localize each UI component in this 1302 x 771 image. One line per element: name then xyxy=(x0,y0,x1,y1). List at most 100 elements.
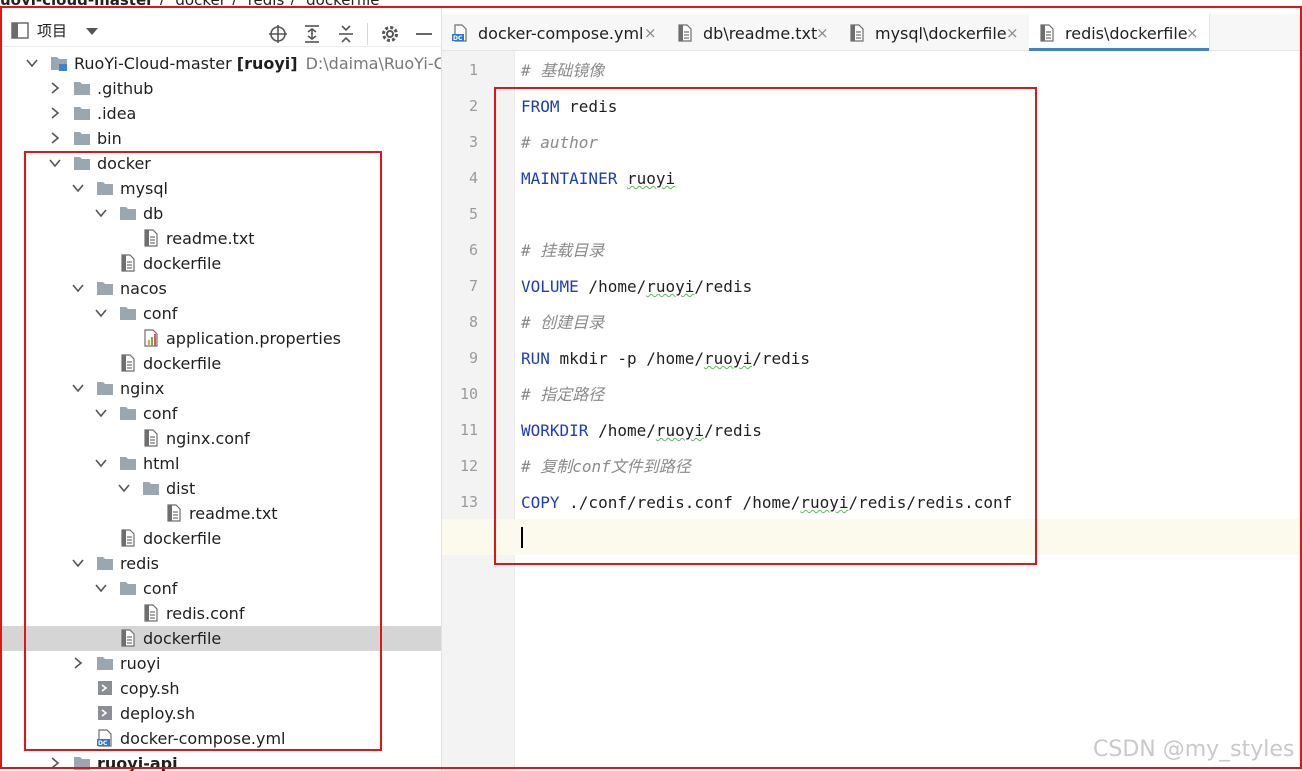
tree-node[interactable]: dockerfile xyxy=(0,626,441,651)
chevron-down-icon[interactable] xyxy=(72,182,84,194)
tree-node[interactable]: DC docker-compose.yml xyxy=(0,726,441,751)
collapse-all-icon[interactable] xyxy=(336,24,356,44)
tree-node-name: nginx xyxy=(120,379,165,398)
text-file-icon xyxy=(121,354,135,372)
tree-node-name: dockerfile xyxy=(143,529,222,548)
line-number: 3 xyxy=(468,133,478,151)
code-keyword: MAINTAINER xyxy=(521,169,618,188)
code-token: /redis xyxy=(704,421,762,440)
chevron-down-icon[interactable] xyxy=(49,157,61,169)
chevron-right-icon[interactable] xyxy=(72,657,84,669)
tree-node-label: mysql xyxy=(120,179,168,198)
line-number: 13 xyxy=(459,493,478,511)
tree-node-name: dockerfile xyxy=(143,354,222,373)
tree-node[interactable]: deploy.sh xyxy=(0,701,441,726)
code-token: ruoyi xyxy=(655,421,705,440)
chevron-down-icon[interactable] xyxy=(72,557,84,569)
tree-node-name: dockerfile xyxy=(143,629,222,648)
folder-icon xyxy=(97,282,113,295)
tree-node[interactable]: application.properties xyxy=(0,326,441,351)
tree-node[interactable]: dockerfile xyxy=(0,351,441,376)
code-editor[interactable]: # 基础镜像 FROM redis # author MAINTAINER ruoyi… xyxy=(442,51,1302,771)
code-token: mkdir -p /home/ xyxy=(549,349,705,368)
current-line-highlight xyxy=(442,519,1302,555)
tree-node[interactable]: db xyxy=(0,201,441,226)
tree-node[interactable]: readme.txt xyxy=(0,501,441,526)
breadcrumb-item[interactable]: docker xyxy=(175,0,226,5)
chevron-down-icon[interactable] xyxy=(95,582,107,594)
editor-tab[interactable]: redis\dockerfile × xyxy=(1029,14,1210,51)
editor-tab[interactable]: DC docker-compose.yml × xyxy=(442,14,668,50)
tree-node[interactable]: redis.conf xyxy=(0,601,441,626)
chevron-right-icon[interactable] xyxy=(49,757,61,769)
tree-node[interactable]: html xyxy=(0,451,441,476)
chevron-right-icon[interactable] xyxy=(49,82,61,94)
gear-icon[interactable] xyxy=(380,24,400,44)
folder-icon xyxy=(120,457,136,470)
minimize-icon[interactable] xyxy=(414,24,434,44)
code-keyword: COPY xyxy=(521,493,560,512)
tree-node-name: mysql xyxy=(120,179,168,198)
tree-node-name: nginx.conf xyxy=(166,429,250,448)
tree-node-label: ruoyi-api xyxy=(97,754,178,771)
chevron-down-icon[interactable] xyxy=(95,407,107,419)
tree-node[interactable]: nginx.conf xyxy=(0,426,441,451)
tree-node[interactable]: dockerfile xyxy=(0,526,441,551)
chevron-right-icon[interactable] xyxy=(49,107,61,119)
tree-node-name: ruoyi-api xyxy=(97,754,178,771)
tree-node[interactable]: mysql xyxy=(0,176,441,201)
close-icon[interactable]: × xyxy=(1186,25,1199,41)
text-file-icon xyxy=(144,429,158,447)
tree-node-name: readme.txt xyxy=(189,504,278,523)
tree-node[interactable]: bin xyxy=(0,126,441,151)
svg-text:DC: DC xyxy=(98,740,108,747)
chevron-down-icon[interactable] xyxy=(86,28,98,35)
chevron-down-icon[interactable] xyxy=(95,457,107,469)
breadcrumb-item[interactable]: redis xyxy=(248,0,285,5)
project-panel-title[interactable]: 项目 xyxy=(37,22,67,40)
expand-all-icon[interactable] xyxy=(302,24,322,44)
chevron-down-icon[interactable] xyxy=(26,57,38,69)
editor-tab[interactable]: mysql\dockerfile × xyxy=(839,14,1030,50)
tree-node[interactable]: .idea xyxy=(0,101,441,126)
tree-node[interactable]: copy.sh xyxy=(0,676,441,701)
tree-node[interactable]: dockerfile xyxy=(0,251,441,276)
tree-node[interactable]: nginx xyxy=(0,376,441,401)
tree-node[interactable]: redis xyxy=(0,551,441,576)
chevron-down-icon[interactable] xyxy=(72,382,84,394)
locate-icon[interactable] xyxy=(268,24,288,44)
tree-node-label: bin xyxy=(97,129,122,148)
breadcrumb-item[interactable]: dockerfile xyxy=(306,0,379,5)
tree-node[interactable]: conf xyxy=(0,401,441,426)
tree-node[interactable]: ruoyi-api xyxy=(0,751,441,771)
tree-node[interactable]: RuoYi-Cloud-master [ruoyi] D:\daima\RuoYi… xyxy=(0,51,441,76)
text-file-icon xyxy=(850,24,864,42)
close-icon[interactable]: × xyxy=(816,25,829,41)
breadcrumb-item[interactable]: uoyi-cloud-master xyxy=(0,0,154,5)
tree-node[interactable]: docker xyxy=(0,151,441,176)
tree-node-label: .idea xyxy=(97,104,136,123)
close-icon[interactable]: × xyxy=(1006,25,1019,41)
code-line: FROM redis xyxy=(521,97,617,116)
chevron-down-icon[interactable] xyxy=(95,207,107,219)
text-caret xyxy=(521,527,523,548)
chevron-down-icon[interactable] xyxy=(95,307,107,319)
tree-node[interactable]: conf xyxy=(0,576,441,601)
folder-icon xyxy=(120,207,136,220)
close-icon[interactable]: × xyxy=(644,25,657,41)
tree-node[interactable]: ruoyi xyxy=(0,651,441,676)
tree-node[interactable]: dist xyxy=(0,476,441,501)
tree-node[interactable]: .github xyxy=(0,76,441,101)
chevron-right-icon[interactable] xyxy=(49,132,61,144)
tree-node-label: conf xyxy=(143,579,177,598)
editor-tab[interactable]: db\readme.txt × xyxy=(667,14,840,50)
chevron-down-icon[interactable] xyxy=(118,482,130,494)
tree-node[interactable]: conf xyxy=(0,301,441,326)
tree-node[interactable]: nacos xyxy=(0,276,441,301)
code-line: VOLUME /home/ruoyi/redis xyxy=(521,277,752,296)
tree-node[interactable]: readme.txt xyxy=(0,226,441,251)
tree-node-label: html xyxy=(143,454,179,473)
editor-tab-bar: DC docker-compose.yml × db\readme.txt × mysql… xyxy=(442,14,1302,51)
chevron-down-icon[interactable] xyxy=(72,282,84,294)
